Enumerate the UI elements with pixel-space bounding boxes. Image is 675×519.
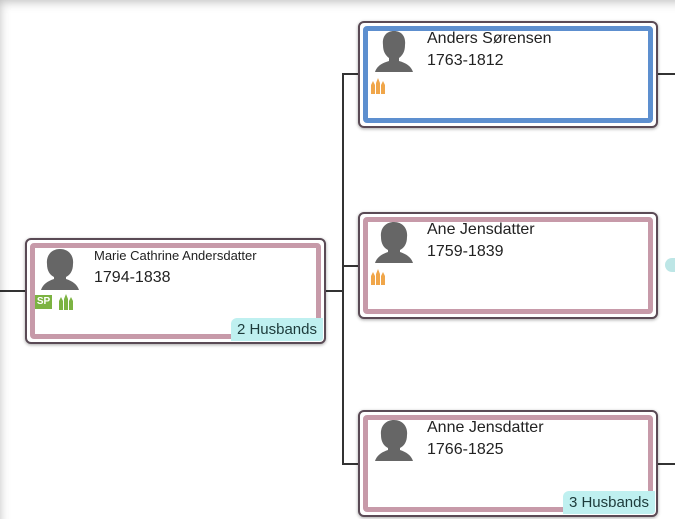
person-silhouette-icon [375,420,413,461]
person-dates: 1794-1838 [94,269,171,286]
person-card-mother[interactable]: Ane Jensdatter 1759-1839 [358,212,658,319]
person-dates: 1766-1825 [427,441,504,458]
person-card-focus[interactable]: Marie Cathrine Andersdatter 1794-1838 SP… [25,238,326,344]
person-name: Anne Jensdatter [427,419,544,436]
person-silhouette-icon [375,31,413,72]
person-name: Ane Jensdatter [427,221,535,238]
connector-other-right [657,463,675,465]
person-name: Anders Sørensen [427,30,552,47]
expand-handle[interactable] [665,258,675,272]
sp-badge[interactable]: SP [35,295,52,309]
person-silhouette-icon [375,222,413,263]
connector-mother [342,265,359,267]
connector-other [342,463,359,465]
connector-focus-right [325,290,343,292]
connector-father [342,73,359,75]
person-dates: 1763-1812 [427,52,504,69]
person-silhouette-icon [41,249,79,290]
person-dates: 1759-1839 [427,243,504,260]
connector-vertical [342,73,344,464]
temple-icon[interactable] [369,77,387,95]
spouses-badge[interactable]: 2 Husbands [230,318,323,341]
connector-left-stub [0,290,26,292]
person-card-father[interactable]: Anders Sørensen 1763-1812 [358,21,658,128]
spouses-badge[interactable]: 3 Husbands [562,491,655,514]
person-card-other-spouse[interactable]: Anne Jensdatter 1766-1825 3 Husbands [358,410,658,517]
temple-icon[interactable] [57,293,75,311]
temple-icon[interactable] [369,268,387,286]
connector-father-right [657,73,675,75]
person-name: Marie Cathrine Andersdatter [94,248,257,263]
